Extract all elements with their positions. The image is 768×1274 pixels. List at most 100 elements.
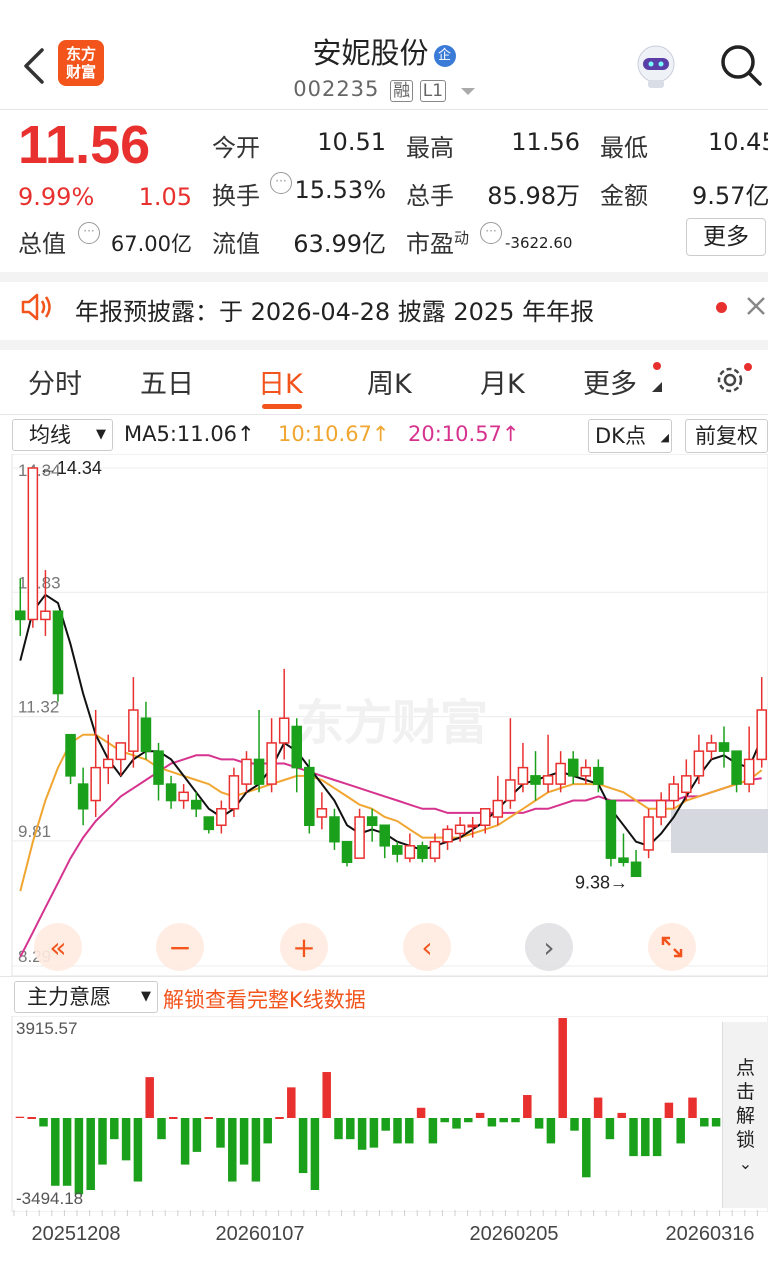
candle-down <box>618 857 629 864</box>
fullscreen-button[interactable] <box>648 923 696 971</box>
candle-down <box>253 758 265 785</box>
stock-code: 002235 <box>293 77 380 101</box>
rewind-button[interactable]: « <box>34 923 82 971</box>
force-bar-negative <box>121 1118 131 1161</box>
force-bar-negative <box>582 1118 591 1178</box>
enterprise-badge: 企 <box>433 45 456 67</box>
force-bar-negative <box>711 1118 721 1127</box>
candle-up <box>316 808 328 818</box>
market-cap-value: 67.00亿 <box>110 232 192 256</box>
sub-frame <box>11 1016 768 1212</box>
chart-settings-button[interactable] <box>712 362 752 402</box>
high-value: 11.56 <box>511 128 580 156</box>
ma20-value: 20:10.57↑ <box>408 422 520 446</box>
pe-label: 市盈动 <box>406 224 469 259</box>
force-bar-negative <box>263 1118 272 1144</box>
zoom-out-button[interactable]: − <box>156 923 204 971</box>
pe-value: -3622.60 <box>505 234 573 252</box>
x-tick-label: 20260316 <box>666 1223 755 1245</box>
candle-down <box>392 845 403 855</box>
notice-text[interactable]: 年报预披露：于 2026-04-28 披露 2025 年年报 <box>75 292 594 327</box>
side-unlock-button[interactable]: 点击解锁 ⌄ <box>722 1022 768 1208</box>
candle-up <box>354 816 365 859</box>
tab-more[interactable]: 更多 <box>583 362 637 401</box>
x-tick-label: 20260107 <box>216 1223 305 1245</box>
adjust-button[interactable]: 前复权 <box>685 419 768 453</box>
dk-point-button[interactable]: DK点 ◢ <box>588 419 672 453</box>
force-bar-negative <box>546 1118 556 1144</box>
candle-up <box>429 840 441 859</box>
tab-five-day[interactable]: 五日 <box>140 362 194 401</box>
candle-up <box>492 799 504 818</box>
ma-select-value: 均线 <box>29 423 71 447</box>
turnover-info-icon[interactable]: ··· <box>270 172 292 194</box>
more-quote-button[interactable]: 更多 <box>686 218 766 256</box>
notice-red-dot <box>716 302 727 313</box>
force-bar-negative <box>62 1118 72 1186</box>
tab-monthly-k[interactable]: 月K <box>480 362 525 401</box>
candle-up <box>228 775 240 810</box>
tab-weekly-k[interactable]: 周K <box>367 362 412 401</box>
scroll-left-button[interactable]: ‹ <box>403 923 451 971</box>
y-tick-label: 11.32 <box>18 698 59 717</box>
kline-chart[interactable]: 14.3412.8311.329.818.29东方财富←14.349.38→ <box>0 454 768 976</box>
dropdown-arrow-icon <box>460 88 475 95</box>
open-label: 今开 <box>212 134 260 162</box>
zoom-in-button[interactable]: + <box>280 923 328 971</box>
force-bar-negative <box>464 1118 473 1123</box>
ma10-line <box>19 733 763 892</box>
force-bar-flat <box>204 1117 213 1119</box>
force-bar-negative <box>39 1118 48 1127</box>
candle-up <box>115 742 127 761</box>
chevron-down-icon: ⌄ <box>738 1154 753 1173</box>
force-bar-negative <box>228 1118 237 1182</box>
tab-minute[interactable]: 分时 <box>28 362 82 401</box>
candle-up <box>743 758 755 785</box>
force-bar-negative <box>440 1118 449 1123</box>
candle-up <box>102 758 114 769</box>
close-notice-button[interactable] <box>744 294 768 322</box>
sub-indicator-select[interactable]: 主力意愿 ▼ <box>14 981 158 1013</box>
force-bar-positive <box>593 1097 603 1118</box>
unlock-link[interactable]: 解锁查看完整K线数据 <box>163 984 366 1014</box>
candle-up <box>27 467 39 621</box>
candle-down <box>329 816 340 843</box>
candle-down <box>731 750 742 785</box>
volume-label: 总手 <box>406 182 454 210</box>
ma-select[interactable]: 均线 ▼ <box>12 419 113 451</box>
candle-down <box>304 766 315 826</box>
search-button[interactable] <box>718 42 764 88</box>
x-tick-label: 20251208 <box>32 1223 121 1245</box>
tab-daily-k[interactable]: 日K <box>258 362 303 401</box>
force-bar-flat <box>275 1117 284 1119</box>
force-bar-negative <box>110 1118 119 1140</box>
force-bar-positive <box>523 1095 532 1118</box>
force-bar-negative <box>357 1118 367 1150</box>
force-bar-negative <box>487 1118 497 1127</box>
gear-icon <box>717 363 752 393</box>
force-bar-negative <box>393 1118 402 1144</box>
candle-up <box>128 709 139 752</box>
market-cap-info-icon[interactable]: ··· <box>78 222 100 244</box>
watermark: 东方财富 <box>296 695 488 751</box>
pe-info-icon[interactable]: ··· <box>480 222 502 244</box>
scroll-right-button[interactable]: › <box>525 923 573 971</box>
section-gap <box>0 272 768 282</box>
candle-up <box>681 775 692 794</box>
robot-assistant-icon[interactable] <box>632 42 680 90</box>
max-price-label: ←14.34 <box>39 458 102 478</box>
change-amount: 1.05 <box>138 183 192 211</box>
tab-more-dropdown-icon <box>650 362 664 398</box>
force-bar-negative <box>239 1118 249 1165</box>
candle-up <box>580 766 592 777</box>
force-bar-positive <box>664 1102 674 1118</box>
date-axis: 20251208 20260107 20260205 20260316 <box>13 1210 758 1245</box>
force-bar-negative <box>346 1118 355 1140</box>
force-bar-negative <box>51 1118 60 1186</box>
force-bar-negative <box>652 1118 662 1157</box>
force-bar-positive <box>558 1018 567 1118</box>
candle-up <box>90 766 101 802</box>
force-bar-negative <box>86 1118 95 1191</box>
active-tab-underline <box>262 404 302 409</box>
turnover-label: 换手 <box>212 182 260 210</box>
